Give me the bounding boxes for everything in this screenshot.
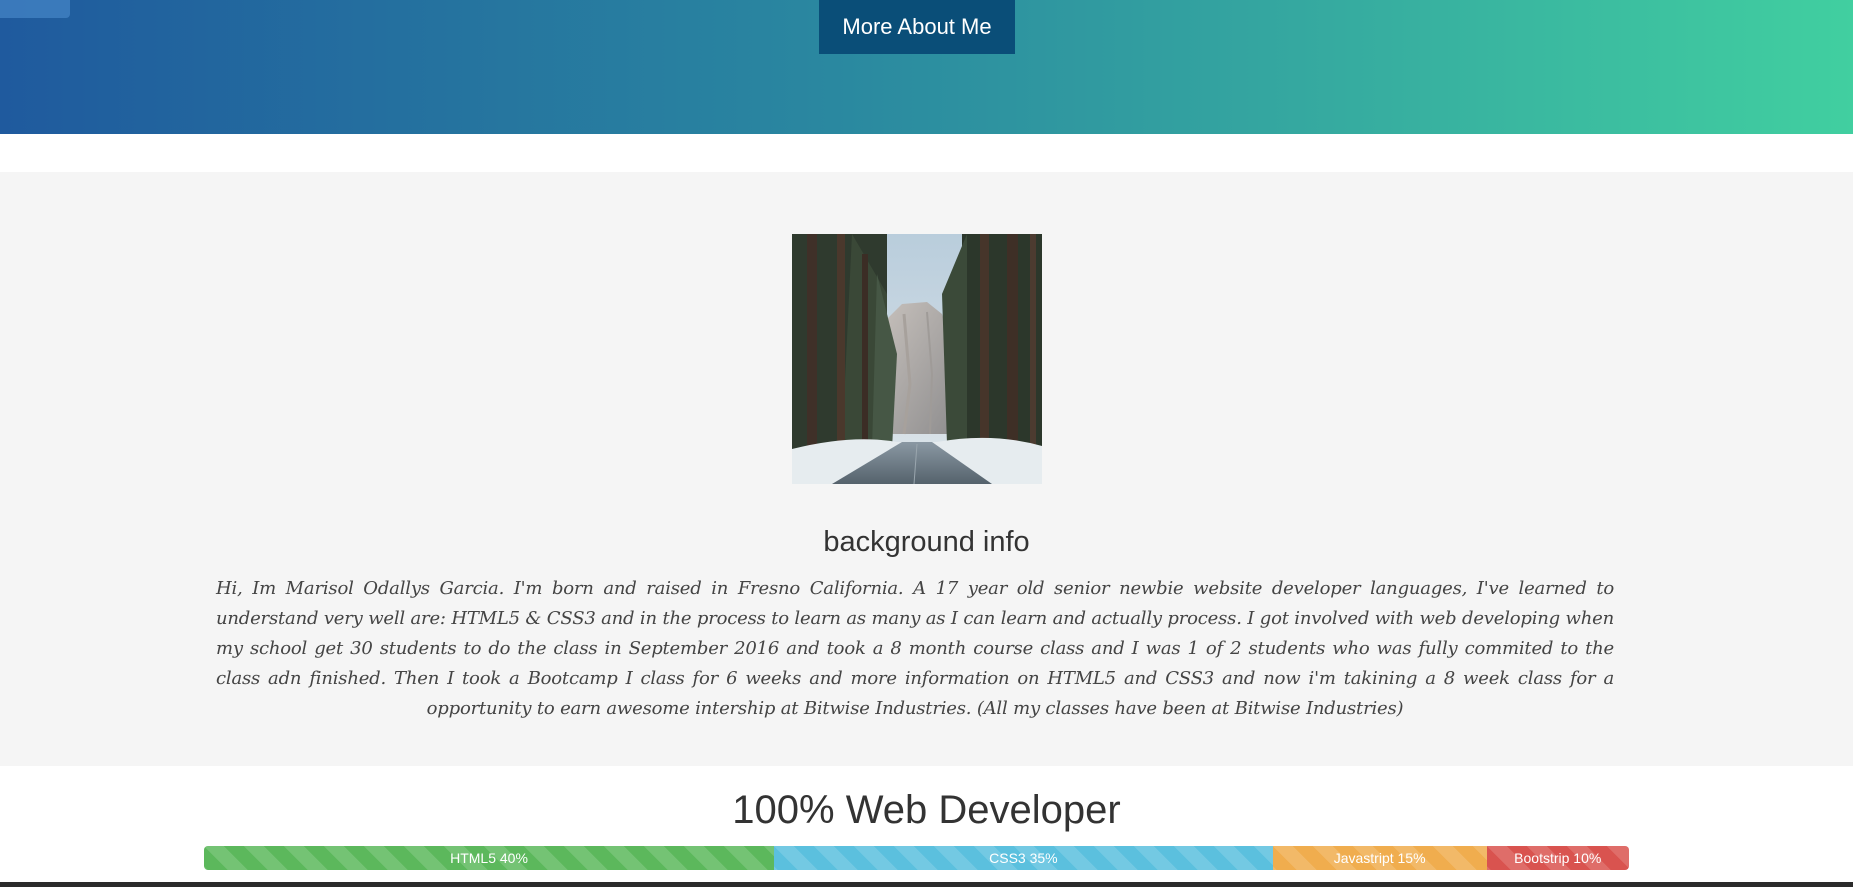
skills-progress-bar: HTML5 40% CSS3 35% Javastript 15% Bootstrip… — [204, 846, 1629, 870]
hero-corner-tab — [0, 0, 70, 18]
progress-segment-html5: HTML5 40% — [204, 846, 774, 870]
progress-segment-css3: CSS3 35% — [774, 846, 1273, 870]
more-about-me-button[interactable]: More About Me — [819, 0, 1015, 54]
skills-title: 100% Web Developer — [732, 788, 1121, 832]
about-paragraph: Hi, Im Marisol Odallys Garcia. I'm born … — [216, 578, 1614, 719]
hero-banner: More About Me — [0, 0, 1853, 134]
bottom-dark-strip — [0, 882, 1853, 887]
profile-photo — [792, 234, 1042, 484]
progress-segment-bootstrip: Bootstrip 10% — [1486, 846, 1629, 870]
about-title: background info — [823, 526, 1030, 558]
progress-segment-javastript: Javastript 15% — [1272, 846, 1487, 870]
winter-road-forest-photo-icon — [792, 234, 1042, 484]
about-section: background info Hi, Im Marisol Odallys G… — [0, 172, 1853, 766]
